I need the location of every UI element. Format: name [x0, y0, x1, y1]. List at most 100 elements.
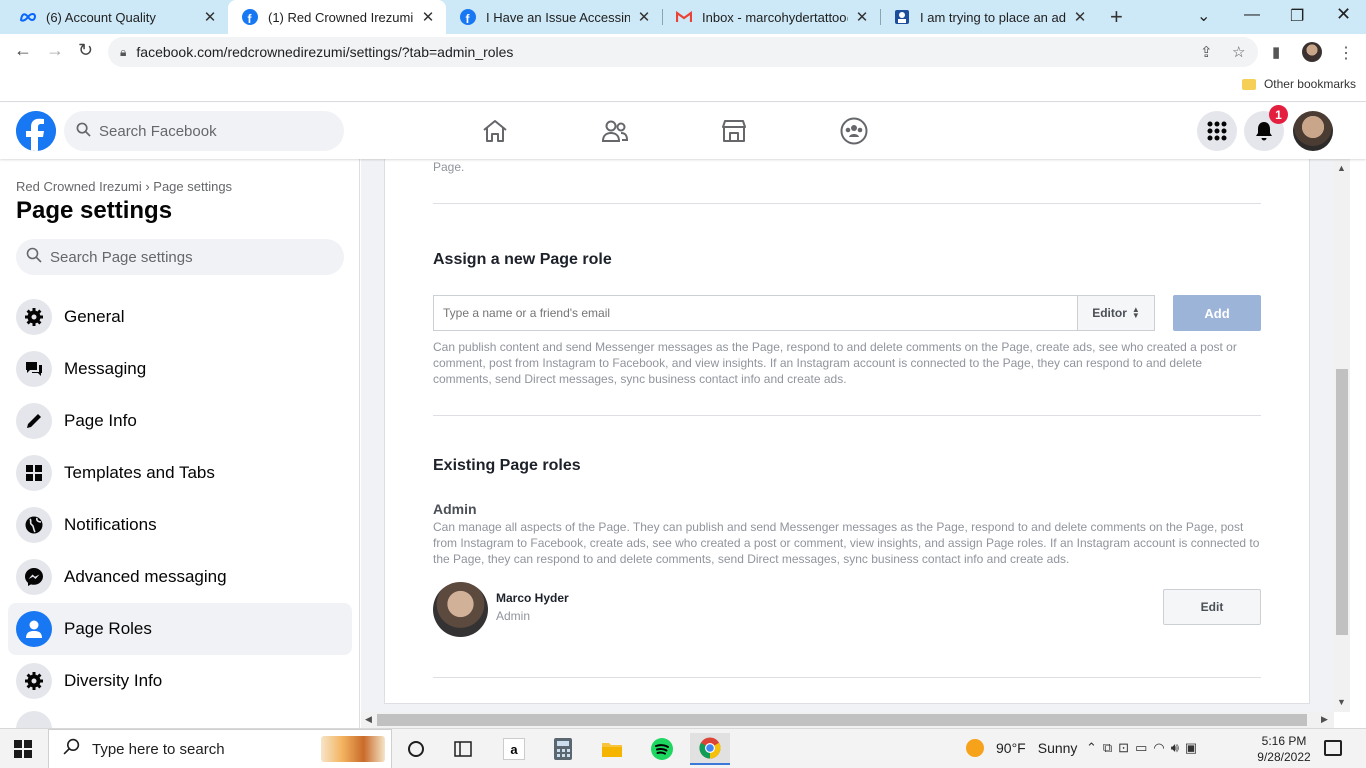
globe-icon — [16, 507, 52, 543]
back-icon[interactable]: ← — [14, 40, 32, 61]
taskbar-search-input[interactable]: Type here to search — [48, 729, 392, 768]
role-select-value: Editor — [1092, 306, 1127, 320]
taskbar-search-placeholder: Type here to search — [92, 740, 225, 758]
home-icon[interactable] — [480, 117, 510, 145]
reload-icon[interactable]: ↻ — [78, 40, 93, 61]
forward-icon[interactable]: → — [46, 40, 64, 61]
sidebar-item-messaging[interactable]: Messaging — [8, 343, 352, 395]
sort-arrows-icon: ▲ ▼ — [1131, 305, 1140, 320]
facebook-logo-icon[interactable] — [16, 111, 56, 151]
close-tab-icon[interactable]: ✕ — [636, 8, 652, 26]
add-role-button[interactable]: Add — [1173, 295, 1261, 331]
search-icon — [76, 122, 91, 141]
browser-tab-gmail-inbox[interactable]: Inbox - marcohydertattoo@g ✕ — [662, 0, 880, 34]
calculator-icon[interactable] — [543, 733, 583, 765]
sidebar-item-label: Notifications — [64, 515, 157, 534]
admin-role-title: Admin — [433, 501, 477, 517]
weather-widget[interactable]: 90°F Sunny — [966, 739, 1077, 757]
settings-main-area: Page. Assign a new Page role Editor ▲▼ A… — [361, 159, 1334, 712]
other-bookmarks[interactable]: Other bookmarks — [1241, 77, 1356, 91]
sidebar-item-advanced-messaging[interactable]: Advanced messaging — [8, 551, 352, 603]
person-icon — [16, 611, 52, 647]
profile-avatar-icon[interactable] — [1302, 42, 1322, 62]
close-tab-icon[interactable]: ✕ — [202, 8, 218, 26]
new-tab-icon[interactable]: + — [1110, 4, 1123, 30]
windows-taskbar: Type here to search a 90°F Sunny ⌃⧉⊡▭◠🔊︎… — [0, 728, 1366, 768]
amazon-app-icon[interactable]: a — [494, 733, 534, 765]
sidebar-item-partial[interactable] — [8, 711, 352, 728]
task-view-icon[interactable] — [396, 733, 436, 765]
file-explorer-icon[interactable] — [592, 733, 632, 765]
search-icon — [63, 738, 80, 760]
scroll-right-icon[interactable]: ▶ — [1321, 714, 1328, 725]
url-text: facebook.com/redcrownedirezumi/settings/… — [136, 44, 514, 60]
spotify-icon[interactable] — [642, 733, 682, 765]
weather-condition: Sunny — [1037, 740, 1078, 756]
sidebar-item-templates-and-tabs[interactable]: Templates and Tabs — [8, 447, 352, 499]
sidebar-item-label: General — [64, 307, 125, 326]
tab-title: I am trying to place an ad or — [920, 9, 1066, 25]
sun-icon — [966, 739, 984, 757]
gear-icon — [16, 663, 52, 699]
messenger-icon — [16, 559, 52, 595]
user-name[interactable]: Marco Hyder — [496, 591, 569, 605]
edit-role-button[interactable]: Edit — [1163, 589, 1261, 625]
close-tab-icon[interactable]: ✕ — [420, 8, 436, 26]
widgets-icon[interactable] — [443, 733, 483, 765]
browser-toolbar: ← → ↻ 🔒︎ facebook.com/redcrownedirezumi/… — [0, 34, 1366, 70]
sidebar-item-diversity-info[interactable]: Diversity Info — [8, 655, 352, 707]
lock-icon[interactable]: 🔒︎ — [120, 45, 126, 60]
address-bar[interactable]: 🔒︎ facebook.com/redcrownedirezumi/settin… — [108, 37, 1258, 67]
account-avatar[interactable] — [1293, 111, 1333, 151]
sidebar-item-notifications[interactable]: Notifications — [8, 499, 352, 551]
breadcrumb[interactable]: Red Crowned Irezumi › Page settings — [16, 179, 232, 194]
vertical-scrollbar[interactable]: ▲ ▼ — [1334, 159, 1350, 712]
minimize-icon[interactable]: — — [1244, 6, 1260, 24]
restore-icon[interactable]: ❐ — [1290, 6, 1304, 26]
friends-icon[interactable] — [600, 117, 630, 145]
bookmark-star-icon[interactable]: ☆ — [1232, 43, 1245, 61]
facebook-search-input[interactable]: Search Facebook — [64, 111, 344, 151]
browser-tab-place-an-ad[interactable]: I am trying to place an ad or ✕ — [880, 0, 1098, 34]
sidebar-item-page-info[interactable]: Page Info — [8, 395, 352, 447]
side-panel-icon[interactable]: ▮ — [1272, 43, 1280, 61]
scroll-left-icon[interactable]: ◀ — [365, 714, 372, 725]
browser-tab-account-quality[interactable]: (6) Account Quality ✕ — [6, 0, 228, 34]
sidebar-item-general[interactable]: General — [8, 291, 352, 343]
settings-search-input[interactable]: Search Page settings — [16, 239, 344, 275]
taskbar-clock[interactable]: 5:16 PM 9/28/2022 — [1252, 733, 1316, 765]
share-icon[interactable]: ⇪ — [1200, 43, 1213, 61]
action-center-icon[interactable] — [1324, 740, 1342, 756]
scrollbar-thumb[interactable] — [1336, 369, 1348, 635]
windows-start-icon[interactable] — [14, 740, 32, 758]
tab-search-icon[interactable]: ⌄ — [1197, 6, 1210, 26]
close-window-icon[interactable]: ✕ — [1336, 4, 1351, 25]
sidebar-item-label: Templates and Tabs — [64, 463, 215, 482]
chrome-menu-icon[interactable]: ⋮ — [1338, 43, 1354, 63]
facebook-icon: f — [242, 9, 258, 25]
divider — [433, 677, 1261, 678]
notifications-bell-icon[interactable]: 1 — [1244, 105, 1288, 151]
scroll-up-icon[interactable]: ▲ — [1337, 163, 1346, 173]
avatar[interactable] — [433, 582, 488, 637]
close-tab-icon[interactable]: ✕ — [854, 8, 870, 26]
sidebar-item-page-roles[interactable]: Page Roles — [8, 603, 352, 655]
notification-count-badge: 1 — [1269, 105, 1288, 124]
system-tray-icons[interactable]: ⌃⧉⊡▭◠🔊︎▣ — [1086, 740, 1203, 756]
scrollbar-thumb[interactable] — [377, 714, 1307, 726]
horizontal-scrollbar[interactable]: ◀ ▶ — [361, 712, 1334, 728]
close-tab-icon[interactable]: ✕ — [1072, 8, 1088, 26]
chat-bubbles-icon — [16, 351, 52, 387]
chrome-icon[interactable] — [690, 733, 730, 765]
browser-tab-issue-accessing[interactable]: f I Have an Issue Accessing My ✕ — [446, 0, 662, 34]
role-name-or-email-input[interactable] — [433, 295, 1078, 331]
marketplace-icon[interactable] — [719, 117, 749, 145]
role-select-dropdown[interactable]: Editor ▲ ▼ — [1077, 295, 1155, 331]
menu-grid-icon[interactable] — [1197, 111, 1237, 151]
browser-tab-red-crowned-irezumi[interactable]: f (1) Red Crowned Irezumi | Fa ✕ — [228, 0, 446, 34]
clock-time: 5:16 PM — [1261, 734, 1307, 748]
tab-title: (6) Account Quality — [46, 9, 156, 25]
gmail-icon — [676, 9, 692, 25]
groups-icon[interactable] — [839, 117, 869, 145]
scroll-down-icon[interactable]: ▼ — [1337, 697, 1346, 707]
